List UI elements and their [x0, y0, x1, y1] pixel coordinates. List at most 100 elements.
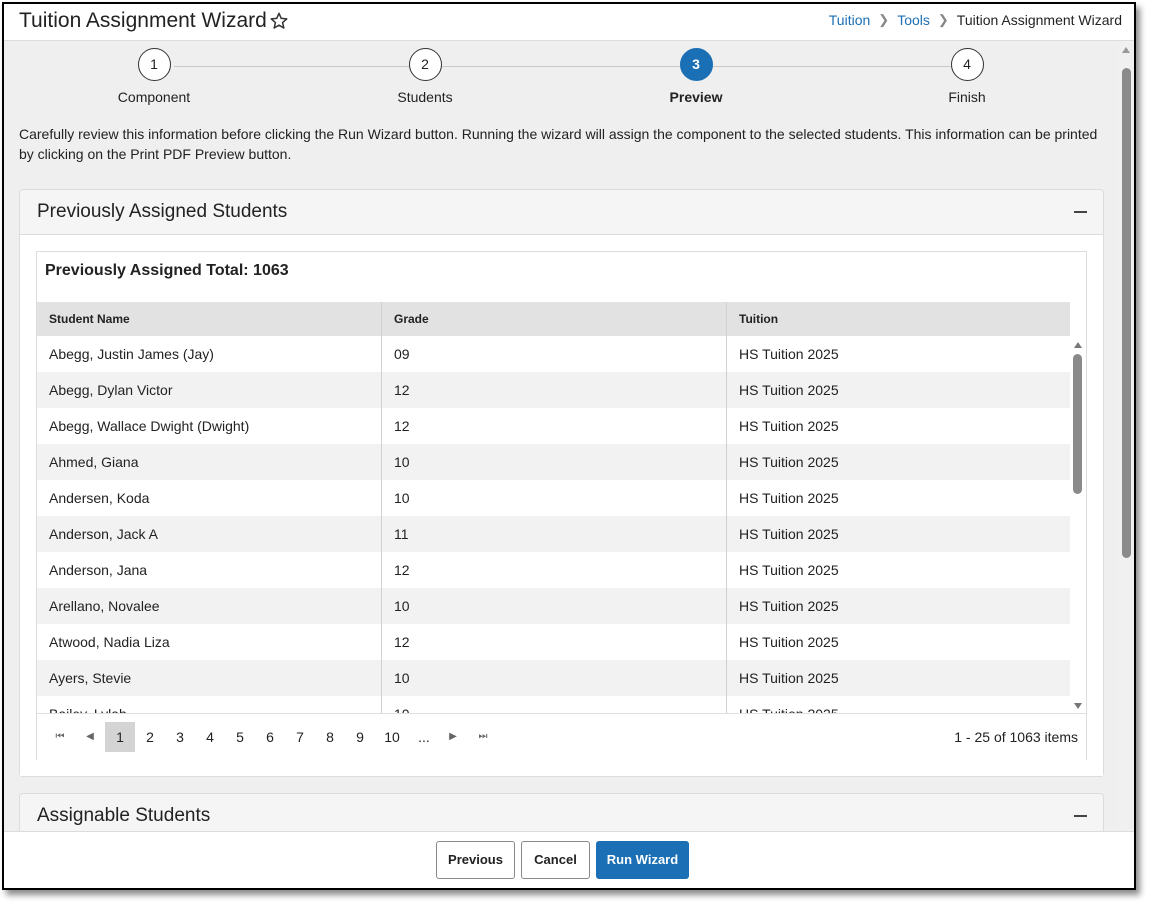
- cell-student-name: Abegg, Wallace Dwight (Dwight): [37, 408, 382, 444]
- step-number: 3: [679, 48, 713, 81]
- grid-scrollbar[interactable]: [1070, 336, 1086, 713]
- last-page-icon[interactable]: ⏭: [468, 722, 498, 752]
- page-button-1[interactable]: 1: [105, 722, 135, 752]
- page-button-4[interactable]: 4: [195, 722, 225, 752]
- wizard-window: Tuition Assignment Wizard Tuition ❯ Tool…: [2, 2, 1136, 890]
- column-header-tuition[interactable]: Tuition: [727, 302, 1070, 336]
- column-header-grade[interactable]: Grade: [382, 302, 727, 336]
- wizard-steps: 1 Component 2 Students 3 Preview 4 Finis…: [4, 41, 1118, 121]
- step-number: 1: [137, 48, 171, 81]
- table-row[interactable]: Atwood, Nadia Liza 12 HS Tuition 2025: [37, 624, 1070, 660]
- panel-header[interactable]: Previously Assigned Students: [20, 190, 1103, 235]
- instructions-text: Carefully review this information before…: [19, 126, 1098, 162]
- page-button-2[interactable]: 2: [135, 722, 165, 752]
- cancel-button[interactable]: Cancel: [521, 841, 590, 879]
- step-preview[interactable]: 3 Preview: [636, 48, 756, 105]
- column-header-student-name[interactable]: Student Name: [37, 302, 382, 336]
- cell-grade: 12: [382, 372, 727, 408]
- table-row[interactable]: Arellano, Novalee 10 HS Tuition 2025: [37, 588, 1070, 624]
- page-button-9[interactable]: 9: [345, 722, 375, 752]
- step-component[interactable]: 1 Component: [94, 48, 214, 105]
- page-ellipsis[interactable]: ...: [409, 722, 439, 752]
- table-row[interactable]: Abegg, Wallace Dwight (Dwight) 12 HS Tuiti…: [37, 408, 1070, 444]
- table-row[interactable]: Anderson, Jack A 11 HS Tuition 2025: [37, 516, 1070, 552]
- page-button-10[interactable]: 10: [375, 722, 409, 752]
- scroll-thumb[interactable]: [1073, 354, 1082, 494]
- cell-student-name: Anderson, Jana: [37, 552, 382, 588]
- breadcrumb-tuition[interactable]: Tuition: [829, 12, 871, 28]
- breadcrumb-current: Tuition Assignment Wizard: [956, 12, 1122, 28]
- assignable-students-panel: Assignable Students: [19, 793, 1104, 831]
- cell-tuition: HS Tuition 2025: [739, 526, 839, 542]
- scroll-up-icon[interactable]: [1122, 47, 1130, 53]
- table-row[interactable]: Abegg, Dylan Victor 12 HS Tuition 2025: [37, 372, 1070, 408]
- step-label: Finish: [948, 89, 986, 105]
- cell-tuition: HS Tuition 2025: [739, 418, 839, 434]
- cell-student-name: Ahmed, Giana: [37, 444, 382, 480]
- grid-header: Student Name Grade Tuition: [37, 302, 1070, 336]
- scroll-thumb[interactable]: [1122, 68, 1131, 558]
- cell-tuition: HS Tuition 2025: [739, 670, 839, 686]
- cell-tuition: HS Tuition 2025: [727, 696, 1070, 713]
- table-row[interactable]: Bailey, Lylah10HS Tuition 2025: [37, 696, 1070, 713]
- top-bar: Tuition Assignment Wizard Tuition ❯ Tool…: [4, 4, 1134, 41]
- cell-grade: 09: [382, 336, 727, 372]
- cell-tuition: HS Tuition 2025: [739, 382, 839, 398]
- content-area: 1 Component 2 Students 3 Preview 4 Finis…: [4, 41, 1118, 831]
- page-button-6[interactable]: 6: [255, 722, 285, 752]
- step-connector: [174, 66, 954, 67]
- cell-student-name: Atwood, Nadia Liza: [37, 624, 382, 660]
- scroll-down-icon[interactable]: [1074, 703, 1082, 709]
- cell-grade: 11: [382, 516, 727, 552]
- step-label: Preview: [669, 89, 723, 105]
- collapse-icon[interactable]: [1074, 211, 1087, 213]
- step-students[interactable]: 2 Students: [365, 48, 485, 105]
- pager-info: 1 - 25 of 1063 items: [954, 729, 1078, 745]
- first-page-icon[interactable]: ⏮: [45, 722, 75, 752]
- grid-total: Previously Assigned Total: 1063: [45, 262, 289, 279]
- cell-student-name: Arellano, Novalee: [37, 588, 382, 624]
- cell-tuition: HS Tuition 2025: [739, 598, 839, 614]
- table-row[interactable]: Abegg, Justin James (Jay) 09 HS Tuition 20…: [37, 336, 1070, 372]
- pager: ⏮ ◀ 1 2 3 4 5 6 7 8 9 10... ▶ ⏭ 1 - 25 of 1063 it…: [37, 713, 1086, 760]
- cell-tuition: HS Tuition 2025: [739, 562, 839, 578]
- panel-title: Assignable Students: [37, 805, 211, 826]
- page-scrollbar[interactable]: [1118, 41, 1134, 831]
- table-row[interactable]: Andersen, Koda 10 HS Tuition 2025: [37, 480, 1070, 516]
- collapse-icon[interactable]: [1074, 815, 1087, 817]
- panel-header[interactable]: Assignable Students: [20, 794, 1103, 831]
- step-number: 2: [408, 48, 442, 81]
- step-label: Students: [397, 89, 453, 105]
- page-button-8[interactable]: 8: [315, 722, 345, 752]
- page-button-7[interactable]: 7: [285, 722, 315, 752]
- cell-grade: 10: [382, 660, 727, 696]
- breadcrumb-tools[interactable]: Tools: [897, 12, 930, 28]
- panel-title: Previously Assigned Students: [37, 201, 288, 222]
- previous-button[interactable]: Previous: [436, 841, 515, 879]
- cell-grade: 12: [382, 552, 727, 588]
- next-page-icon[interactable]: ▶: [438, 722, 468, 752]
- cell-student-name: Abegg, Justin James (Jay): [37, 336, 382, 372]
- table-row[interactable]: Ayers, Stevie 10 HS Tuition 2025: [37, 660, 1070, 696]
- cell-student-name: Anderson, Jack A: [37, 516, 382, 552]
- cell-tuition: HS Tuition 2025: [739, 346, 839, 362]
- table-row[interactable]: Anderson, Jana 12 HS Tuition 2025: [37, 552, 1070, 588]
- step-label: Component: [117, 89, 191, 105]
- run-wizard-button[interactable]: Run Wizard: [596, 841, 689, 879]
- page-button-5[interactable]: 5: [225, 722, 255, 752]
- page-title: Tuition Assignment Wizard: [19, 9, 267, 32]
- page-button-3[interactable]: 3: [165, 722, 195, 752]
- cell-grade: 10: [382, 480, 727, 516]
- students-grid: Previously Assigned Total: 1063 Student …: [36, 251, 1087, 760]
- scroll-up-icon[interactable]: [1074, 342, 1082, 348]
- chevron-right-icon: ❯: [878, 12, 890, 27]
- cell-tuition: HS Tuition 2025: [739, 454, 839, 470]
- cell-grade: 10: [382, 444, 727, 480]
- prev-page-icon[interactable]: ◀: [75, 722, 105, 752]
- table-row[interactable]: Ahmed, Giana 10 HS Tuition 2025: [37, 444, 1070, 480]
- step-finish[interactable]: 4 Finish: [907, 48, 1027, 105]
- grid-rows: Abegg, Justin James (Jay) 09 HS Tuition 20…: [37, 336, 1070, 713]
- cell-student-name: Abegg, Dylan Victor: [37, 372, 382, 408]
- favorite-star-icon[interactable]: [269, 11, 289, 31]
- cell-grade: 10: [382, 588, 727, 624]
